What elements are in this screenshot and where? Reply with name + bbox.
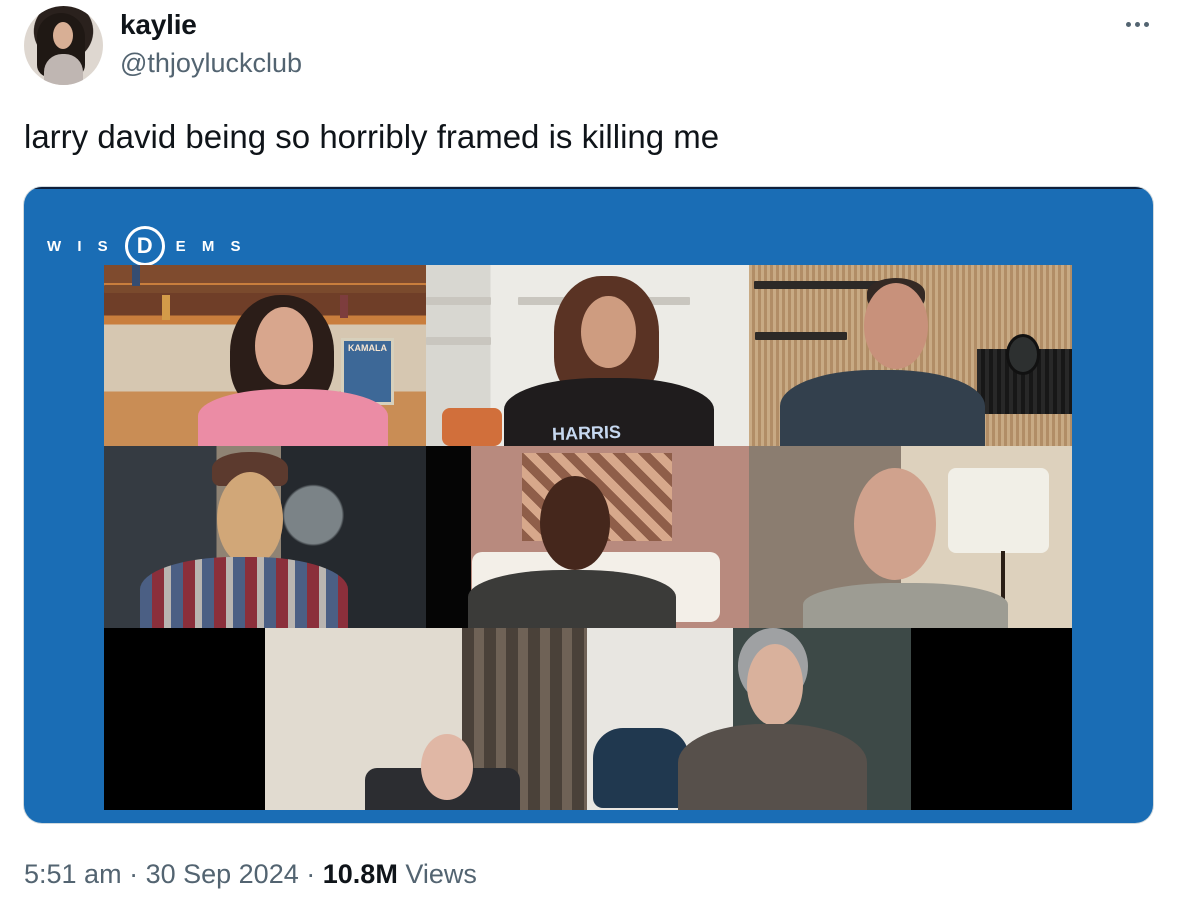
shirt-text: HARRIS xyxy=(551,421,622,445)
tweet-time[interactable]: 5:51 am xyxy=(24,859,122,889)
pillow xyxy=(442,408,502,446)
author-handle[interactable]: @thjoyluckclub xyxy=(120,48,302,79)
lamp xyxy=(948,468,1049,553)
tweet-metadata: 5:51 am · 30 Sep 2024 · 10.8M Views xyxy=(24,859,477,890)
metadata-separator: · xyxy=(129,859,139,889)
author-name[interactable]: kaylie xyxy=(120,9,197,41)
participant-shirt xyxy=(780,370,985,446)
video-tile-8 xyxy=(587,628,911,810)
participant-face xyxy=(421,734,473,800)
bookshelf xyxy=(104,285,426,293)
shelf xyxy=(426,337,491,345)
video-tile-1: KAMALA xyxy=(104,265,426,446)
video-tile-3 xyxy=(749,265,1072,446)
video-tile-5 xyxy=(426,446,749,628)
book xyxy=(162,295,170,320)
microphone xyxy=(1009,337,1037,372)
book xyxy=(132,265,140,286)
metadata-separator: · xyxy=(306,859,316,889)
more-dot xyxy=(1143,21,1149,27)
participant-face xyxy=(540,476,610,570)
tweet-media-image[interactable]: W I S D E M S KAMALA HARRIS xyxy=(24,187,1153,823)
participant-shirt xyxy=(140,557,348,628)
avatar[interactable] xyxy=(24,6,103,85)
poster-text: KAMALA xyxy=(348,343,387,353)
brand-suffix: E M S xyxy=(175,237,247,255)
video-tile-2: HARRIS xyxy=(426,265,749,446)
more-options-icon[interactable] xyxy=(1120,12,1154,36)
participant-face xyxy=(217,472,283,566)
brand-d-mark: D xyxy=(124,226,165,266)
tweet-text: larry david being so horribly framed is … xyxy=(24,118,720,155)
participant-shirt xyxy=(198,389,388,446)
more-dot xyxy=(1134,21,1140,27)
wisdems-logo: W I S D E M S xyxy=(47,226,247,266)
participant-shirt xyxy=(803,583,1008,628)
participant-shirt xyxy=(678,724,867,810)
participant-face xyxy=(864,283,928,369)
participant-face xyxy=(747,644,803,726)
video-tile-7 xyxy=(265,628,587,810)
chair xyxy=(593,728,689,808)
more-dot xyxy=(1125,21,1131,27)
avatar-face xyxy=(53,22,73,49)
video-call-grid: KAMALA HARRIS xyxy=(104,265,1072,810)
avatar-clothing xyxy=(44,54,83,85)
tweet-date[interactable]: 30 Sep 2024 xyxy=(146,859,299,889)
book xyxy=(340,295,348,318)
video-tile-6 xyxy=(749,446,1072,628)
participant-face xyxy=(854,468,936,580)
video-tile-4 xyxy=(104,446,426,628)
participant-face xyxy=(255,307,313,385)
participant-shirt xyxy=(468,570,676,628)
views-count[interactable]: 10.8M xyxy=(323,859,398,889)
shelf xyxy=(426,297,491,305)
shelf xyxy=(755,332,847,340)
participant-face xyxy=(581,296,636,368)
brand-prefix: W I S xyxy=(47,237,114,255)
views-label: Views xyxy=(405,859,477,889)
